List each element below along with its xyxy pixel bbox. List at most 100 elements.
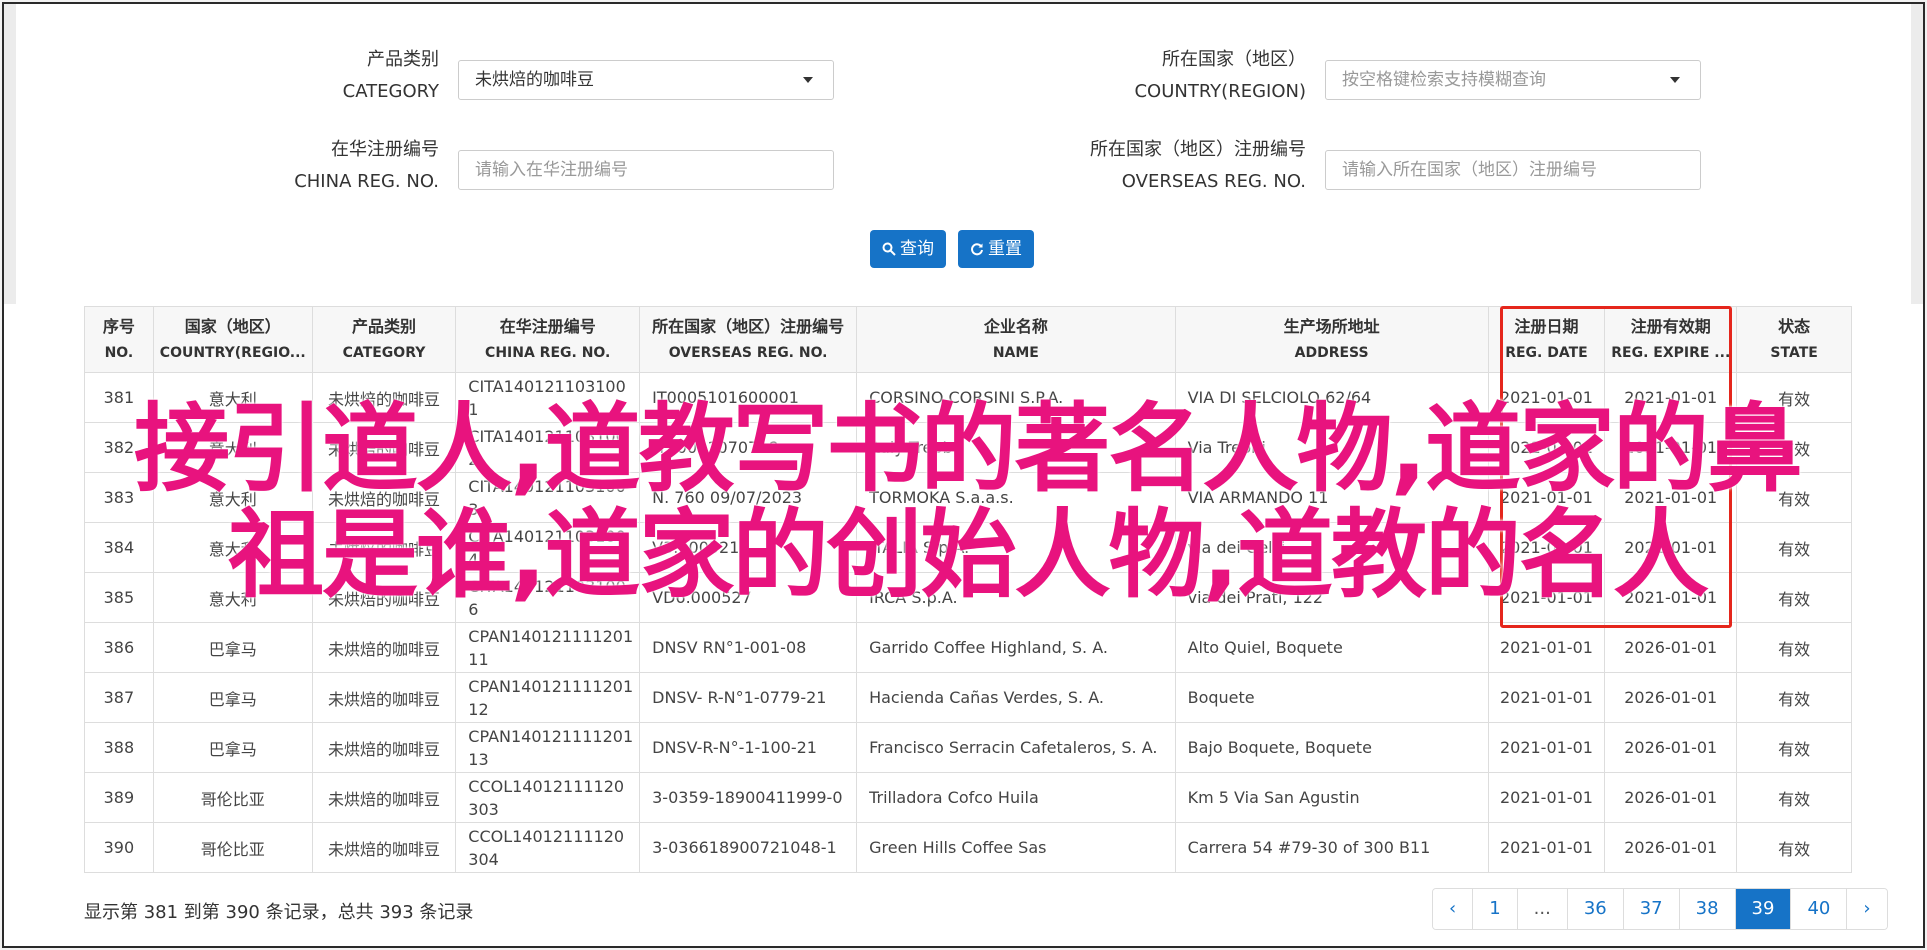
col-header-en: NAME bbox=[992, 344, 1039, 361]
category-select[interactable]: 未烘焙的咖啡豆 bbox=[458, 60, 834, 100]
table-row[interactable]: 387 巴拿马 未烘焙的咖啡豆 CPAN14012111120112 DNSV- R-N… bbox=[84, 672, 1852, 723]
left-scroll-track bbox=[4, 4, 16, 304]
cell-country: 哥伦比亚 bbox=[152, 822, 313, 873]
cell-address: Bajo Boquete, Boquete bbox=[1174, 722, 1489, 773]
cell-state: 有效 bbox=[1736, 822, 1852, 873]
cell-address: Alto Quiel, Boquete bbox=[1174, 622, 1489, 673]
cell-state: 有效 bbox=[1736, 772, 1852, 823]
cell-china-reg: CCOL14012111120304 bbox=[455, 822, 641, 873]
reset-button-label: 重置 bbox=[988, 239, 1022, 259]
cell-category: 未烘焙的咖啡豆 bbox=[311, 772, 457, 823]
table-row[interactable]: 386 巴拿马 未烘焙的咖啡豆 CPAN14012111120111 DNSV RN°1… bbox=[84, 622, 1852, 673]
pagination-page-button[interactable]: ... bbox=[1516, 889, 1567, 929]
col-header-country[interactable]: 国家（地区） COUNTRY(REGIO... bbox=[152, 306, 313, 373]
col-header-cn: 状态 bbox=[1778, 316, 1811, 336]
col-header-china-reg[interactable]: 在华注册编号 CHINA REG. NO. bbox=[455, 306, 641, 373]
overseas-reg-placeholder: 请输入所在国家（地区）注册编号 bbox=[1342, 160, 1597, 180]
right-scroll-track bbox=[1911, 4, 1923, 304]
cell-country: 哥伦比亚 bbox=[152, 772, 313, 823]
cell-expire: 2026-01-01 bbox=[1604, 722, 1738, 773]
pagination-page-button[interactable]: 38 bbox=[1678, 889, 1735, 929]
col-header-cn: 所在国家（地区）注册编号 bbox=[652, 316, 845, 336]
col-header-en: NO. bbox=[104, 344, 134, 361]
col-header-name[interactable]: 企业名称 NAME bbox=[856, 306, 1176, 373]
china-reg-label-en: CHINA REG. NO. bbox=[294, 171, 439, 192]
cell-state: 有效 bbox=[1736, 722, 1852, 773]
cell-china-reg: CPAN14012111120111 bbox=[455, 622, 641, 673]
search-icon bbox=[882, 242, 896, 256]
pagination-prev-button[interactable]: ‹ bbox=[1433, 889, 1473, 929]
col-header-address[interactable]: 生产场所地址 ADDRESS bbox=[1174, 306, 1489, 373]
country-select[interactable]: 按空格键检索支持模糊查询 bbox=[1325, 60, 1701, 100]
col-header-overseas-reg[interactable]: 所在国家（地区）注册编号 OVERSEAS REG. NO. bbox=[639, 306, 858, 373]
col-header-cn: 序号 bbox=[102, 316, 135, 336]
country-select-placeholder: 按空格键检索支持模糊查询 bbox=[1342, 70, 1546, 90]
china-reg-label-cn: 在华注册编号 bbox=[331, 139, 439, 160]
pagination-page-button[interactable]: 39 bbox=[1734, 889, 1791, 929]
cell-reg-date: 2021-01-01 bbox=[1487, 772, 1606, 823]
cell-china-reg: CCOL14012111120303 bbox=[455, 772, 641, 823]
col-header-cn: 在华注册编号 bbox=[499, 316, 596, 336]
category-select-value: 未烘焙的咖啡豆 bbox=[475, 70, 594, 90]
col-header-en: STATE bbox=[1770, 344, 1818, 361]
category-label: 产品类别 CATEGORY bbox=[284, 44, 439, 108]
table-row[interactable]: 388 巴拿马 未烘焙的咖啡豆 CPAN14012111120113 DNSV-R-N°… bbox=[84, 722, 1852, 773]
col-header-cn: 生产场所地址 bbox=[1283, 316, 1380, 336]
overseas-reg-input[interactable]: 请输入所在国家（地区）注册编号 bbox=[1325, 150, 1701, 190]
cell-expire: 2026-01-01 bbox=[1604, 622, 1738, 673]
record-summary: 显示第 381 到第 390 条记录，总共 393 条记录 bbox=[84, 902, 474, 923]
cell-overseas-reg: 3-0359-18900411999-0 bbox=[639, 772, 858, 823]
cell-category: 未烘焙的咖啡豆 bbox=[311, 672, 457, 723]
cell-country: 巴拿马 bbox=[152, 672, 313, 723]
cell-expire: 2026-01-01 bbox=[1604, 672, 1738, 723]
col-header-en: ADDRESS bbox=[1294, 344, 1369, 361]
china-reg-placeholder: 请输入在华注册编号 bbox=[475, 160, 628, 180]
category-label-cn: 产品类别 bbox=[367, 49, 439, 70]
cell-category: 未烘焙的咖啡豆 bbox=[311, 822, 457, 873]
chevron-down-icon bbox=[803, 77, 813, 83]
reset-button[interactable]: 重置 bbox=[958, 230, 1034, 268]
overseas-reg-label-cn: 所在国家（地区）注册编号 bbox=[1090, 139, 1306, 160]
col-header-state[interactable]: 状态 STATE bbox=[1736, 306, 1852, 373]
overseas-reg-label: 所在国家（地区）注册编号 OVERSEAS REG. NO. bbox=[1004, 134, 1306, 198]
cell-name: Francisco Serracin Cafetaleros, S. A. bbox=[856, 722, 1176, 773]
col-header-no[interactable]: 序号 NO. bbox=[84, 306, 154, 373]
cell-china-reg: CPAN14012111120113 bbox=[455, 722, 641, 773]
overlay-title-line-1: 接引道人,道教写书的著名人物,道家的鼻 bbox=[134, 393, 1803, 505]
country-label-cn: 所在国家（地区） bbox=[1162, 49, 1306, 70]
cell-category: 未烘焙的咖啡豆 bbox=[311, 722, 457, 773]
cell-country: 巴拿马 bbox=[152, 622, 313, 673]
pagination-page-button[interactable]: 1 bbox=[1472, 889, 1517, 929]
china-reg-label: 在华注册编号 CHINA REG. NO. bbox=[254, 134, 439, 198]
cell-overseas-reg: DNSV- R-N°1-0779-21 bbox=[639, 672, 858, 723]
pagination-page-button[interactable]: 40 bbox=[1790, 889, 1847, 929]
cell-expire: 2026-01-01 bbox=[1604, 772, 1738, 823]
cell-state: 有效 bbox=[1736, 672, 1852, 723]
cell-reg-date: 2021-01-01 bbox=[1487, 822, 1606, 873]
cell-address: Boquete bbox=[1174, 672, 1489, 723]
pagination-page-button[interactable]: 36 bbox=[1566, 889, 1623, 929]
col-header-cn: 企业名称 bbox=[983, 316, 1048, 336]
pagination: ‹ 1... 36 37 38 39 40 › bbox=[1432, 888, 1888, 930]
search-button-label: 查询 bbox=[900, 239, 934, 259]
table-row[interactable]: 390 哥伦比亚 未烘焙的咖啡豆 CCOL14012111120304 3-036618… bbox=[84, 822, 1852, 873]
cell-reg-date: 2021-01-01 bbox=[1487, 622, 1606, 673]
col-header-category[interactable]: 产品类别 CATEGORY bbox=[311, 306, 457, 373]
refresh-icon bbox=[971, 243, 983, 256]
cell-no: 388 bbox=[84, 722, 154, 773]
chevron-down-icon bbox=[1670, 77, 1680, 83]
col-header-cn: 产品类别 bbox=[352, 316, 417, 336]
pagination-next-button[interactable]: › bbox=[1846, 889, 1887, 929]
pagination-page-button[interactable]: 37 bbox=[1622, 889, 1679, 929]
cell-address: Carrera 54 #79-30 of 300 B11 bbox=[1174, 822, 1489, 873]
cell-no: 390 bbox=[84, 822, 154, 873]
cell-overseas-reg: DNSV RN°1-001-08 bbox=[639, 622, 858, 673]
cell-no: 386 bbox=[84, 622, 154, 673]
search-button[interactable]: 查询 bbox=[870, 230, 946, 268]
table-row[interactable]: 389 哥伦比亚 未烘焙的咖啡豆 CCOL14012111120303 3-0359-1… bbox=[84, 772, 1852, 823]
china-reg-input[interactable]: 请输入在华注册编号 bbox=[458, 150, 834, 190]
country-label-en: COUNTRY(REGION) bbox=[1134, 81, 1306, 102]
cell-category: 未烘焙的咖啡豆 bbox=[311, 622, 457, 673]
cell-no: 387 bbox=[84, 672, 154, 723]
col-header-en: COUNTRY(REGIO... bbox=[159, 344, 306, 361]
